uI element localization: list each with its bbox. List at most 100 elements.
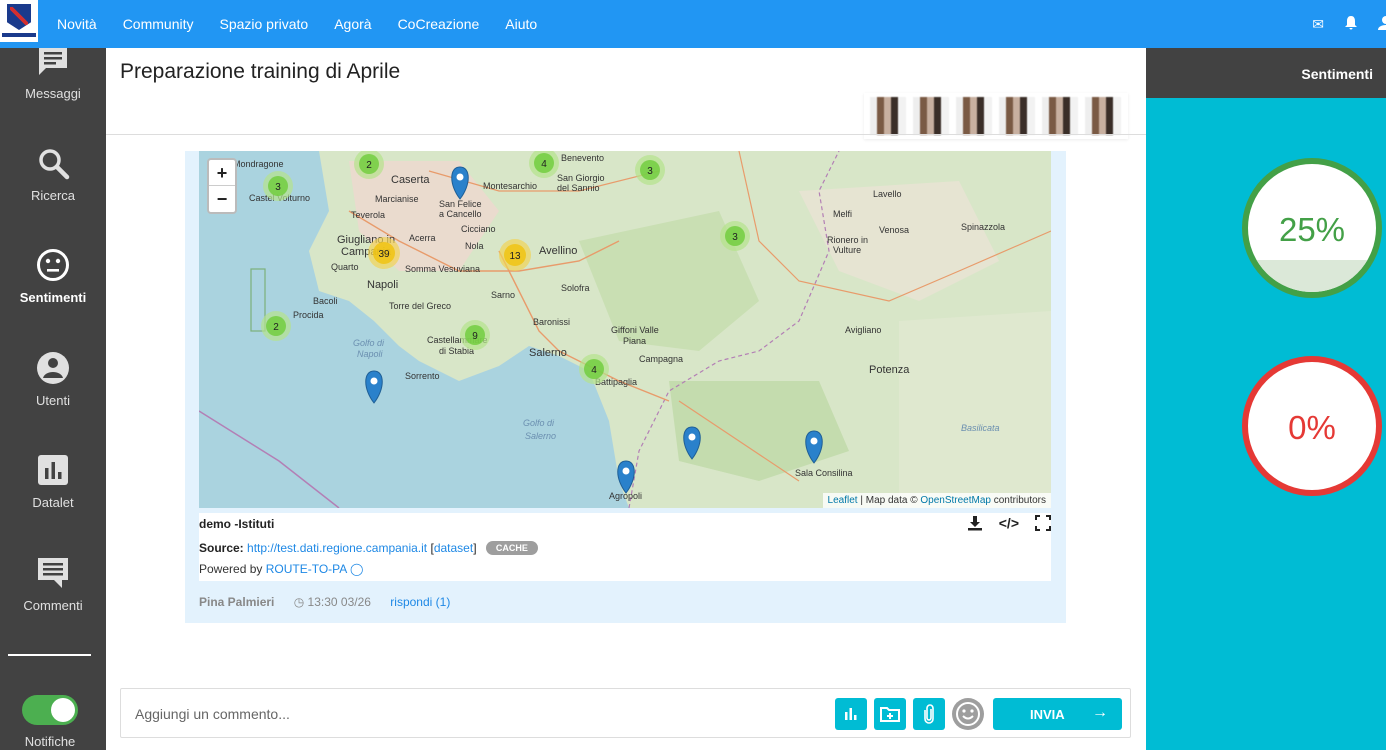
- avatar[interactable]: [1042, 97, 1078, 135]
- chart-icon: [38, 455, 68, 485]
- datalet-actions: </>: [951, 515, 1051, 534]
- panel-header: Sentimenti: [1146, 48, 1386, 98]
- map-cluster[interactable]: 13: [499, 239, 531, 271]
- sidebar-item-label: Utenti: [36, 393, 70, 408]
- nav-novita[interactable]: Novità: [57, 16, 97, 32]
- svg-text:13: 13: [509, 251, 521, 262]
- svg-text:Solofra: Solofra: [561, 283, 590, 293]
- bell-icon[interactable]: [1344, 15, 1358, 34]
- svg-text:3: 3: [647, 166, 653, 177]
- svg-text:2: 2: [273, 322, 279, 333]
- attribution-text: | Map data ©: [857, 495, 921, 506]
- avatar[interactable]: [956, 97, 992, 135]
- svg-text:4: 4: [541, 159, 547, 170]
- top-navbar: Novità Community Spazio privato Agorà Co…: [0, 0, 1386, 48]
- datalet-name: demo -Istituti: [199, 517, 275, 531]
- svg-text:Cicciano: Cicciano: [461, 224, 496, 234]
- sidebar-item-messaggi[interactable]: Messaggi: [0, 48, 106, 101]
- datalet-powered-by: Powered by ROUTE-TO-PA ◯: [199, 562, 363, 576]
- svg-text:Marcianise: Marcianise: [375, 194, 419, 204]
- sidebar-item-label: Messaggi: [25, 86, 81, 101]
- comment-input[interactable]: [135, 702, 735, 726]
- attach-button[interactable]: [913, 698, 945, 730]
- avatar[interactable]: [913, 97, 949, 135]
- user-icon: [37, 352, 69, 384]
- main-content: Preparazione training di Aprile Mondrago…: [106, 48, 1146, 750]
- svg-text:Piana: Piana: [623, 336, 646, 346]
- avatar[interactable]: [870, 97, 906, 135]
- osm-link[interactable]: OpenStreetMap: [920, 495, 991, 506]
- send-button[interactable]: INVIA →: [993, 698, 1122, 730]
- header-divider: [106, 134, 1146, 135]
- dataset-link[interactable]: dataset: [434, 541, 473, 555]
- svg-text:Napoli: Napoli: [367, 279, 398, 291]
- map-zoom-control: + −: [207, 158, 237, 214]
- embed-code-icon[interactable]: </>: [999, 515, 1019, 534]
- sidebar-item-datalet[interactable]: Datalet: [0, 453, 106, 510]
- message-time: 13:30 03/26: [307, 595, 371, 609]
- avatar[interactable]: [1085, 97, 1121, 135]
- sidebar-item-commenti[interactable]: Commenti: [0, 556, 106, 613]
- chart-icon: [845, 708, 857, 720]
- fullscreen-icon[interactable]: [1035, 515, 1051, 534]
- svg-text:Procida: Procida: [293, 310, 324, 320]
- negative-sentiment-value: 0%: [1288, 409, 1336, 446]
- negative-sentiment-gauge: 0%: [1242, 356, 1382, 496]
- message-card: Mondragone Caserta Montesarchio San Gior…: [185, 151, 1066, 623]
- sidebar-item-label: Ricerca: [30, 188, 76, 203]
- svg-text:Avellino: Avellino: [539, 245, 577, 257]
- nav-agora[interactable]: Agorà: [334, 16, 371, 32]
- nav-aiuto[interactable]: Aiuto: [505, 16, 537, 32]
- datalet-map[interactable]: Mondragone Caserta Montesarchio San Gior…: [199, 151, 1051, 508]
- map-cluster[interactable]: 3: [263, 171, 293, 201]
- map-cluster[interactable]: 9: [460, 320, 490, 350]
- map-cluster[interactable]: 4: [529, 151, 559, 178]
- source-link[interactable]: http://test.dati.regione.campania.it: [247, 541, 427, 555]
- comment-icon: [38, 558, 68, 588]
- sidebar-item-utenti[interactable]: Utenti: [0, 351, 106, 408]
- reply-link[interactable]: rispondi (1): [390, 595, 450, 609]
- map-cluster[interactable]: 3: [720, 221, 750, 251]
- svg-text:Torre del Greco: Torre del Greco: [389, 301, 451, 311]
- route-to-pa-link[interactable]: ROUTE-TO-PA: [266, 562, 347, 576]
- positive-sentiment-value: 25%: [1278, 211, 1346, 248]
- add-folder-button[interactable]: [874, 698, 906, 730]
- sidebar-item-label: Datalet: [32, 495, 74, 510]
- add-datalet-button[interactable]: [835, 698, 867, 730]
- map-cluster[interactable]: 4: [579, 354, 609, 384]
- svg-text:Melfi: Melfi: [833, 209, 852, 219]
- mail-icon[interactable]: ✉: [1312, 16, 1324, 33]
- regione-campania-logo[interactable]: [0, 0, 38, 42]
- svg-text:Giffoni Valle: Giffoni Valle: [611, 325, 659, 335]
- svg-text:Spinazzola: Spinazzola: [961, 222, 1005, 232]
- notifiche-toggle[interactable]: [22, 695, 78, 725]
- positive-gauge-fill: [1248, 260, 1376, 292]
- sentiment-panel: Sentimenti 25% 0%: [1146, 48, 1386, 750]
- zoom-out-button[interactable]: −: [209, 186, 235, 212]
- download-icon[interactable]: [967, 515, 983, 534]
- powered-by-text: Powered by: [199, 562, 263, 576]
- leaflet-link[interactable]: Leaflet: [828, 495, 858, 506]
- message-author[interactable]: Pina Palmieri: [199, 595, 274, 609]
- map-cluster[interactable]: 2: [261, 311, 291, 341]
- svg-text:Golfo di: Golfo di: [523, 418, 555, 428]
- map-cluster[interactable]: 39: [368, 237, 400, 269]
- zoom-in-button[interactable]: +: [209, 160, 235, 186]
- map-cluster[interactable]: 3: [635, 155, 665, 185]
- nav-cocreazione[interactable]: CoCreazione: [398, 16, 480, 32]
- emoji-button[interactable]: [952, 698, 984, 730]
- svg-text:Campagna: Campagna: [639, 354, 683, 364]
- paperclip-icon: [924, 704, 934, 724]
- sidebar-item-ricerca[interactable]: Ricerca: [0, 146, 106, 203]
- svg-text:a Cancello: a Cancello: [439, 209, 482, 219]
- sidebar-item-sentimenti[interactable]: Sentimenti: [0, 248, 106, 305]
- folder-plus-icon: [880, 707, 900, 722]
- participants-avatars: [864, 93, 1128, 139]
- user-icon[interactable]: [1378, 15, 1386, 34]
- nav-community[interactable]: Community: [123, 16, 194, 32]
- avatar[interactable]: [999, 97, 1035, 135]
- main-nav: Novità Community Spazio privato Agorà Co…: [57, 0, 563, 48]
- svg-text:Montesarchio: Montesarchio: [483, 181, 537, 191]
- nav-spazio-privato[interactable]: Spazio privato: [219, 16, 308, 32]
- arrow-right-icon: →: [1092, 704, 1108, 721]
